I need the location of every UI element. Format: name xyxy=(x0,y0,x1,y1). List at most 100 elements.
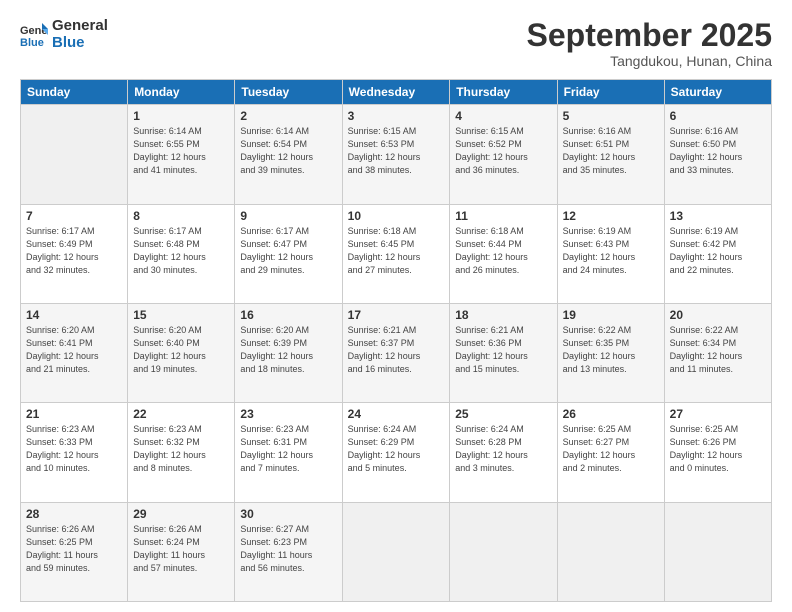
day-info: Sunrise: 6:26 AM Sunset: 6:24 PM Dayligh… xyxy=(133,523,229,575)
week-row-4: 21Sunrise: 6:23 AM Sunset: 6:33 PM Dayli… xyxy=(21,403,772,502)
day-number: 2 xyxy=(240,109,336,123)
calendar-cell: 17 Sunrise: 6:21 AM Sunset: 6:37 PM Dayli… xyxy=(342,303,450,402)
calendar-cell: 5Sunrise: 6:16 AM Sunset: 6:51 PM Daylig… xyxy=(557,105,664,204)
calendar-cell: 3 Sunrise: 6:15 AM Sunset: 6:53 PM Daylig… xyxy=(342,105,450,204)
day-number: 14 xyxy=(26,308,122,322)
day-info: Sunrise: 6:17 AM Sunset: 6:48 PM Dayligh… xyxy=(133,225,229,277)
day-number: 25 xyxy=(455,407,551,421)
header-row: SundayMondayTuesdayWednesdayThursdayFrid… xyxy=(21,80,772,105)
day-info: Sunrise: 6:23 AM Sunset: 6:32 PM Dayligh… xyxy=(133,423,229,475)
day-info: Sunrise: 6:24 AM Sunset: 6:29 PM Dayligh… xyxy=(348,423,445,475)
col-header-sunday: Sunday xyxy=(21,80,128,105)
col-header-friday: Friday xyxy=(557,80,664,105)
week-row-2: 7Sunrise: 6:17 AM Sunset: 6:49 PM Daylig… xyxy=(21,204,772,303)
calendar-cell: 22 Sunrise: 6:23 AM Sunset: 6:32 PM Dayli… xyxy=(128,403,235,502)
calendar-cell xyxy=(450,502,557,601)
calendar-cell: 30 Sunrise: 6:27 AM Sunset: 6:23 PM Dayli… xyxy=(235,502,342,601)
day-info: Sunrise: 6:20 AM Sunset: 6:41 PM Dayligh… xyxy=(26,324,122,376)
day-number: 16 xyxy=(240,308,336,322)
title-block: September 2025 Tangdukou, Hunan, China xyxy=(527,18,772,69)
col-header-wednesday: Wednesday xyxy=(342,80,450,105)
calendar-cell: 19 Sunrise: 6:22 AM Sunset: 6:35 PM Dayli… xyxy=(557,303,664,402)
day-number: 13 xyxy=(670,209,766,223)
day-info: Sunrise: 6:20 AM Sunset: 6:39 PM Dayligh… xyxy=(240,324,336,376)
calendar-cell xyxy=(557,502,664,601)
calendar-cell: 10 Sunrise: 6:18 AM Sunset: 6:45 PM Dayli… xyxy=(342,204,450,303)
day-info: Sunrise: 6:16 AM Sunset: 6:50 PM Dayligh… xyxy=(670,125,766,177)
day-number: 27 xyxy=(670,407,766,421)
day-number: 9 xyxy=(240,209,336,223)
calendar-cell: 13Sunrise: 6:19 AM Sunset: 6:42 PM Dayli… xyxy=(664,204,771,303)
day-number: 21 xyxy=(26,407,122,421)
day-info: Sunrise: 6:23 AM Sunset: 6:31 PM Dayligh… xyxy=(240,423,336,475)
day-info: Sunrise: 6:16 AM Sunset: 6:51 PM Dayligh… xyxy=(563,125,659,177)
day-info: Sunrise: 6:26 AM Sunset: 6:25 PM Dayligh… xyxy=(26,523,122,575)
calendar-cell: 18Sunrise: 6:21 AM Sunset: 6:36 PM Dayli… xyxy=(450,303,557,402)
day-number: 28 xyxy=(26,507,122,521)
logo-blue: Blue xyxy=(52,35,108,52)
calendar-cell: 24 Sunrise: 6:24 AM Sunset: 6:29 PM Dayli… xyxy=(342,403,450,502)
calendar-cell: 20 Sunrise: 6:22 AM Sunset: 6:34 PM Dayli… xyxy=(664,303,771,402)
day-info: Sunrise: 6:21 AM Sunset: 6:37 PM Dayligh… xyxy=(348,324,445,376)
calendar-cell: 9 Sunrise: 6:17 AM Sunset: 6:47 PM Daylig… xyxy=(235,204,342,303)
header: General Blue General Blue September 2025… xyxy=(20,18,772,69)
week-row-3: 14 Sunrise: 6:20 AM Sunset: 6:41 PM Dayli… xyxy=(21,303,772,402)
week-row-5: 28 Sunrise: 6:26 AM Sunset: 6:25 PM Dayli… xyxy=(21,502,772,601)
day-info: Sunrise: 6:24 AM Sunset: 6:28 PM Dayligh… xyxy=(455,423,551,475)
day-number: 29 xyxy=(133,507,229,521)
location-subtitle: Tangdukou, Hunan, China xyxy=(527,53,772,69)
day-number: 30 xyxy=(240,507,336,521)
week-row-1: 1Sunrise: 6:14 AM Sunset: 6:55 PM Daylig… xyxy=(21,105,772,204)
calendar-cell: 14 Sunrise: 6:20 AM Sunset: 6:41 PM Dayli… xyxy=(21,303,128,402)
calendar-cell: 16 Sunrise: 6:20 AM Sunset: 6:39 PM Dayli… xyxy=(235,303,342,402)
calendar-cell: 7Sunrise: 6:17 AM Sunset: 6:49 PM Daylig… xyxy=(21,204,128,303)
calendar-cell xyxy=(664,502,771,601)
logo-general: General xyxy=(52,18,108,35)
day-number: 22 xyxy=(133,407,229,421)
day-info: Sunrise: 6:18 AM Sunset: 6:44 PM Dayligh… xyxy=(455,225,551,277)
calendar-cell: 27 Sunrise: 6:25 AM Sunset: 6:26 PM Dayli… xyxy=(664,403,771,502)
day-info: Sunrise: 6:15 AM Sunset: 6:53 PM Dayligh… xyxy=(348,125,445,177)
day-info: Sunrise: 6:14 AM Sunset: 6:55 PM Dayligh… xyxy=(133,125,229,177)
calendar-table: SundayMondayTuesdayWednesdayThursdayFrid… xyxy=(20,79,772,602)
day-number: 17 xyxy=(348,308,445,322)
logo: General Blue General Blue xyxy=(20,18,108,51)
calendar-cell: 4Sunrise: 6:15 AM Sunset: 6:52 PM Daylig… xyxy=(450,105,557,204)
calendar-cell xyxy=(342,502,450,601)
day-info: Sunrise: 6:15 AM Sunset: 6:52 PM Dayligh… xyxy=(455,125,551,177)
day-number: 26 xyxy=(563,407,659,421)
day-info: Sunrise: 6:22 AM Sunset: 6:35 PM Dayligh… xyxy=(563,324,659,376)
calendar-cell: 28 Sunrise: 6:26 AM Sunset: 6:25 PM Dayli… xyxy=(21,502,128,601)
day-number: 19 xyxy=(563,308,659,322)
day-number: 20 xyxy=(670,308,766,322)
calendar-page: General Blue General Blue September 2025… xyxy=(0,0,792,612)
calendar-cell: 15Sunrise: 6:20 AM Sunset: 6:40 PM Dayli… xyxy=(128,303,235,402)
day-info: Sunrise: 6:25 AM Sunset: 6:27 PM Dayligh… xyxy=(563,423,659,475)
day-number: 8 xyxy=(133,209,229,223)
day-info: Sunrise: 6:25 AM Sunset: 6:26 PM Dayligh… xyxy=(670,423,766,475)
calendar-cell: 2Sunrise: 6:14 AM Sunset: 6:54 PM Daylig… xyxy=(235,105,342,204)
col-header-monday: Monday xyxy=(128,80,235,105)
calendar-cell: 1Sunrise: 6:14 AM Sunset: 6:55 PM Daylig… xyxy=(128,105,235,204)
col-header-tuesday: Tuesday xyxy=(235,80,342,105)
day-number: 7 xyxy=(26,209,122,223)
calendar-cell: 8 Sunrise: 6:17 AM Sunset: 6:48 PM Daylig… xyxy=(128,204,235,303)
day-info: Sunrise: 6:22 AM Sunset: 6:34 PM Dayligh… xyxy=(670,324,766,376)
day-info: Sunrise: 6:27 AM Sunset: 6:23 PM Dayligh… xyxy=(240,523,336,575)
day-number: 24 xyxy=(348,407,445,421)
day-number: 15 xyxy=(133,308,229,322)
day-info: Sunrise: 6:17 AM Sunset: 6:47 PM Dayligh… xyxy=(240,225,336,277)
day-number: 11 xyxy=(455,209,551,223)
day-number: 10 xyxy=(348,209,445,223)
svg-text:Blue: Blue xyxy=(20,37,44,49)
calendar-cell: 26 Sunrise: 6:25 AM Sunset: 6:27 PM Dayli… xyxy=(557,403,664,502)
day-info: Sunrise: 6:18 AM Sunset: 6:45 PM Dayligh… xyxy=(348,225,445,277)
calendar-cell: 29 Sunrise: 6:26 AM Sunset: 6:24 PM Dayli… xyxy=(128,502,235,601)
day-number: 18 xyxy=(455,308,551,322)
day-number: 3 xyxy=(348,109,445,123)
calendar-cell: 23Sunrise: 6:23 AM Sunset: 6:31 PM Dayli… xyxy=(235,403,342,502)
logo-icon: General Blue xyxy=(20,21,48,49)
day-number: 6 xyxy=(670,109,766,123)
col-header-saturday: Saturday xyxy=(664,80,771,105)
col-header-thursday: Thursday xyxy=(450,80,557,105)
